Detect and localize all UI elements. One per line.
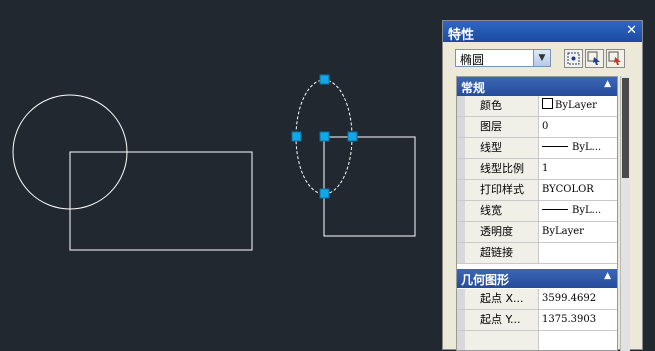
prop-row-transparency[interactable]: 透明度 ByLayer xyxy=(457,222,617,243)
prop-value: 3599.4692 xyxy=(542,293,597,304)
panel-title: 特性 xyxy=(448,28,475,43)
prop-row-hyperlink[interactable]: 超链接 xyxy=(457,243,617,264)
prop-value: ByLayer xyxy=(555,100,597,111)
prop-key: 线宽 xyxy=(465,201,539,221)
prop-key: 图层 xyxy=(465,117,539,137)
section-general-header[interactable]: 常规 ▲ xyxy=(457,77,617,96)
line-sample-icon xyxy=(542,209,568,210)
grip-top[interactable] xyxy=(319,74,330,85)
prop-row-start-x[interactable]: 起点 X... 3599.4692 xyxy=(457,289,617,310)
grip-bottom[interactable] xyxy=(319,188,330,199)
prop-key: 打印样式 xyxy=(465,180,539,200)
rectangle-entity-left[interactable] xyxy=(69,151,253,251)
panel-titlebar[interactable]: 特性 ✕ xyxy=(443,21,642,43)
prop-value: ByL... xyxy=(572,205,602,216)
prop-row-linetype-scale[interactable]: 线型比例 1 xyxy=(457,159,617,180)
prop-row-linetype[interactable]: 线型 ByL... xyxy=(457,138,617,159)
prop-key: 颜色 xyxy=(465,96,539,116)
prop-value: ByLayer xyxy=(542,226,584,237)
prop-row-layer[interactable]: 图层 0 xyxy=(457,117,617,138)
prop-key: 超链接 xyxy=(465,243,539,263)
section-geometry-label: 几何图形 xyxy=(461,273,510,287)
prop-value: 1 xyxy=(542,163,549,174)
property-grid: 常规 ▲ 颜色 ByLayer 图层 0 线型 ByL... 线型比例 1 打印… xyxy=(456,76,618,351)
select-objects-icon[interactable] xyxy=(585,49,604,68)
collapse-icon[interactable]: ▲ xyxy=(604,79,611,89)
toggle-pickadd-icon[interactable] xyxy=(606,49,625,68)
prop-key: 线型 xyxy=(465,138,539,158)
prop-row-color[interactable]: 颜色 ByLayer xyxy=(457,96,617,117)
prop-key: 线型比例 xyxy=(465,159,539,179)
prop-key: 起点 X... xyxy=(465,289,539,309)
prop-key: 透明度 xyxy=(465,222,539,242)
line-sample-icon xyxy=(542,146,568,147)
grip-right[interactable] xyxy=(347,131,358,142)
object-type-value: 椭圆 xyxy=(460,53,485,67)
chevron-down-icon[interactable]: ▼ xyxy=(533,50,550,66)
prop-value: 0 xyxy=(542,121,549,132)
grip-left[interactable] xyxy=(291,131,302,142)
prop-value xyxy=(539,243,617,263)
quick-select-icon[interactable] xyxy=(564,49,583,68)
close-icon[interactable]: ✕ xyxy=(626,23,637,38)
prop-row-partial xyxy=(457,331,617,350)
grip-center[interactable] xyxy=(319,131,330,142)
prop-value: ByL... xyxy=(572,142,602,153)
object-type-select[interactable]: 椭圆 ▼ xyxy=(455,49,551,67)
section-geometry-header[interactable]: 几何图形 ▲ xyxy=(457,269,617,288)
prop-value: BYCOLOR xyxy=(542,184,594,195)
panel-scrollbar[interactable] xyxy=(620,76,630,351)
collapse-icon[interactable]: ▲ xyxy=(604,271,611,281)
color-swatch-icon xyxy=(542,98,553,109)
prop-row-plot-style[interactable]: 打印样式 BYCOLOR xyxy=(457,180,617,201)
scrollbar-thumb[interactable] xyxy=(622,78,629,178)
prop-row-start-y[interactable]: 起点 Y... 1375.3903 xyxy=(457,310,617,331)
properties-panel: 特性 ✕ 椭圆 ▼ 常规 ▲ 颜色 ByLayer 图层 0 线型 ByL... xyxy=(442,20,643,351)
prop-value: 1375.3903 xyxy=(542,314,597,325)
prop-row-lineweight[interactable]: 线宽 ByL... xyxy=(457,201,617,222)
section-general-label: 常规 xyxy=(461,81,486,95)
prop-key: 起点 Y... xyxy=(465,310,539,330)
